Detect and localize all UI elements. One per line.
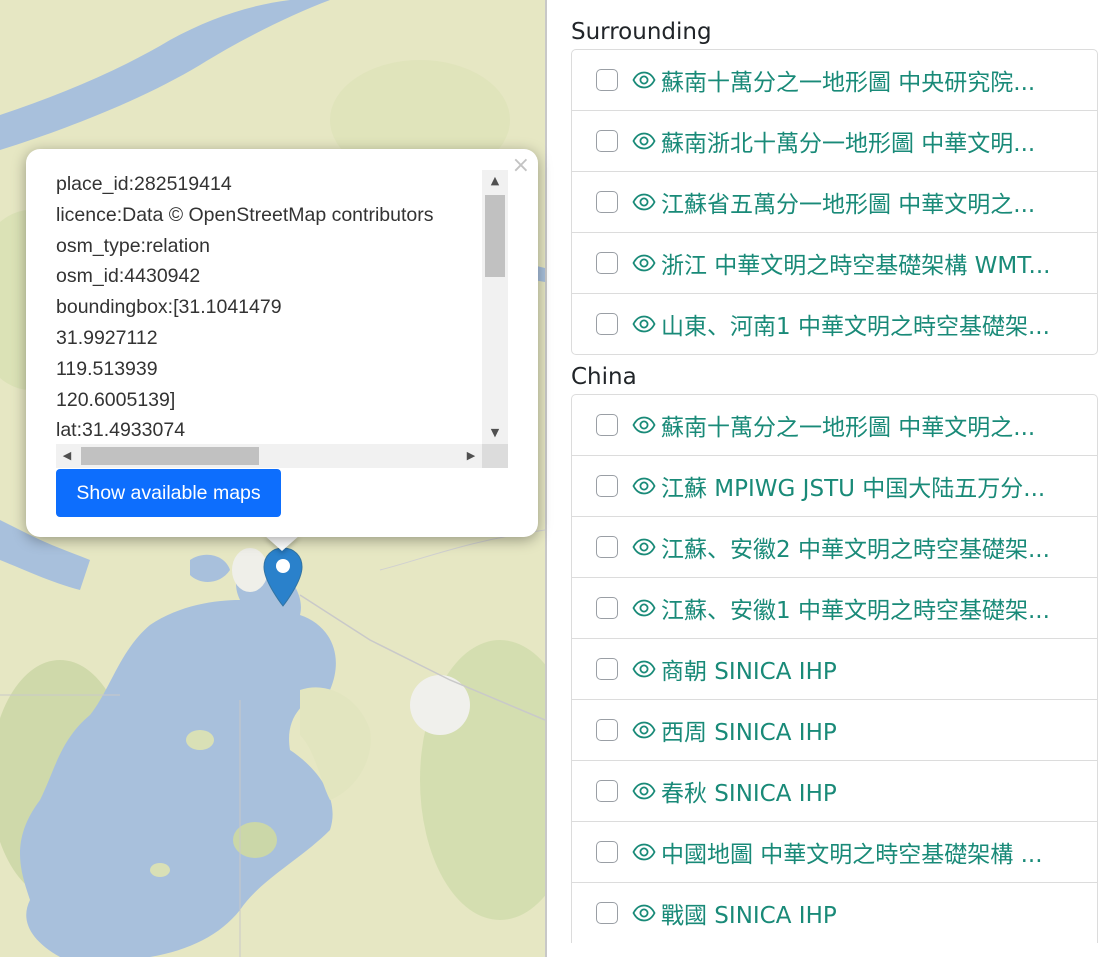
eye-icon[interactable]: [632, 901, 656, 925]
map-list-item[interactable]: 江蘇省五萬分一地形圖 中華文明之...: [572, 172, 1097, 233]
map-select-checkbox[interactable]: [596, 780, 618, 802]
eye-icon[interactable]: [632, 251, 656, 275]
map-name-link[interactable]: 江蘇、安徽2 中華文明之時空基礎架...: [661, 530, 1050, 564]
eye-icon[interactable]: [632, 596, 656, 620]
map-name-link[interactable]: 蘇南十萬分之一地形圖 中華文明之...: [661, 408, 1035, 442]
popup-detail-line: lat:31.4933074: [56, 419, 186, 442]
map-list-item[interactable]: 中國地圖 中華文明之時空基礎架構 ...: [572, 822, 1097, 883]
surrounding-list: 蘇南十萬分之一地形圖 中央研究院... 蘇南浙北十萬分一地形圖 中華文明... 江蘇…: [571, 49, 1098, 355]
map-name-link[interactable]: 山東、河南1 中華文明之時空基礎架...: [661, 307, 1050, 341]
eye-icon[interactable]: [632, 535, 656, 559]
scroll-up-icon[interactable]: ▲: [482, 170, 508, 192]
map-list-item[interactable]: 江蘇、安徽2 中華文明之時空基礎架...: [572, 517, 1097, 578]
map-select-checkbox[interactable]: [596, 475, 618, 497]
map-list-item[interactable]: 浙江 中華文明之時空基礎架構 WMT...: [572, 233, 1097, 294]
popup-horizontal-scrollbar[interactable]: ◀ ▶: [56, 444, 482, 468]
map-select-checkbox[interactable]: [596, 252, 618, 274]
map-list-item[interactable]: 春秋 SINICA IHP: [572, 761, 1097, 822]
scrollbar-thumb[interactable]: [81, 447, 259, 465]
map-select-checkbox[interactable]: [596, 902, 618, 924]
map-name-link[interactable]: 商朝 SINICA IHP: [661, 652, 837, 686]
popup-detail-line: place_id:282519414: [56, 173, 232, 195]
popup-content[interactable]: place_id:282519414 licence:Data © OpenStr…: [56, 168, 508, 444]
map-name-link[interactable]: 浙江 中華文明之時空基礎架構 WMT...: [661, 246, 1050, 280]
eye-icon[interactable]: [632, 718, 656, 742]
map-list-item[interactable]: 戰國 SINICA IHP: [572, 883, 1097, 943]
map-name-link[interactable]: 江蘇、安徽1 中華文明之時空基礎架...: [661, 591, 1050, 625]
map-select-checkbox[interactable]: [596, 191, 618, 213]
popup-detail-line: osm_type:relation: [56, 234, 210, 257]
map-select-checkbox[interactable]: [596, 313, 618, 335]
eye-icon[interactable]: [632, 657, 656, 681]
popup-vertical-scrollbar[interactable]: ▲ ▼: [482, 170, 508, 444]
map-select-checkbox[interactable]: [596, 414, 618, 436]
scroll-right-icon[interactable]: ▶: [460, 444, 482, 468]
map-name-link[interactable]: 戰國 SINICA IHP: [661, 896, 837, 930]
map-select-checkbox[interactable]: [596, 536, 618, 558]
scrollbar-corner: [482, 444, 508, 468]
show-available-maps-button[interactable]: Show available maps: [56, 469, 281, 517]
close-icon[interactable]: ×: [512, 153, 530, 179]
map-list-item[interactable]: 山東、河南1 中華文明之時空基礎架...: [572, 294, 1097, 354]
popup-detail-line: boundingbox:[31.1041479: [56, 296, 282, 319]
map-select-checkbox[interactable]: [596, 69, 618, 91]
popup-detail-line: osm_id:4430942: [56, 265, 201, 288]
eye-icon[interactable]: [632, 129, 656, 153]
popup-detail-line: licence:Data © OpenStreetMap contributor…: [56, 203, 434, 226]
map-list-item[interactable]: 蘇南十萬分之一地形圖 中華文明之...: [572, 395, 1097, 456]
map-list-item[interactable]: 西周 SINICA IHP: [572, 700, 1097, 761]
map-name-link[interactable]: 西周 SINICA IHP: [661, 713, 837, 747]
china-list: 蘇南十萬分之一地形圖 中華文明之... 江蘇 MPIWG JSTU 中国大陆五万分…: [571, 394, 1098, 943]
map-name-link[interactable]: 春秋 SINICA IHP: [661, 774, 837, 808]
map-select-checkbox[interactable]: [596, 841, 618, 863]
map-list-panel: Surrounding 蘇南十萬分之一地形圖 中央研究院... 蘇南浙北十萬分一地…: [571, 0, 1098, 957]
map-list-item[interactable]: 蘇南浙北十萬分一地形圖 中華文明...: [572, 111, 1097, 172]
map-name-link[interactable]: 江蘇 MPIWG JSTU 中国大陆五万分...: [661, 469, 1045, 503]
popup-detail-line: 31.9927112: [56, 326, 158, 349]
map-select-checkbox[interactable]: [596, 130, 618, 152]
map-select-checkbox[interactable]: [596, 597, 618, 619]
section-title-surrounding: Surrounding: [571, 19, 712, 45]
section-title-china: China: [571, 364, 637, 390]
panel-divider: [545, 0, 547, 957]
scroll-down-icon[interactable]: ▼: [482, 422, 508, 444]
eye-icon[interactable]: [632, 413, 656, 437]
eye-icon[interactable]: [632, 68, 656, 92]
map-name-link[interactable]: 蘇南浙北十萬分一地形圖 中華文明...: [661, 124, 1035, 158]
eye-icon[interactable]: [632, 190, 656, 214]
scrollbar-thumb[interactable]: [485, 195, 505, 277]
map-select-checkbox[interactable]: [596, 719, 618, 741]
map-list-item[interactable]: 江蘇、安徽1 中華文明之時空基礎架...: [572, 578, 1097, 639]
map-name-link[interactable]: 中國地圖 中華文明之時空基礎架構 ...: [661, 835, 1043, 869]
popup-detail-line: 119.513939: [56, 357, 158, 380]
popup-details: place_id:282519414 licence:Data © OpenStr…: [56, 168, 508, 444]
eye-icon[interactable]: [632, 312, 656, 336]
eye-icon[interactable]: [632, 840, 656, 864]
map-name-link[interactable]: 江蘇省五萬分一地形圖 中華文明之...: [661, 185, 1035, 219]
map-select-checkbox[interactable]: [596, 658, 618, 680]
map-pin-icon[interactable]: [263, 546, 303, 608]
popup-tip: [264, 535, 300, 551]
scroll-left-icon[interactable]: ◀: [56, 444, 78, 468]
map-name-link[interactable]: 蘇南十萬分之一地形圖 中央研究院...: [661, 63, 1035, 97]
eye-icon[interactable]: [632, 474, 656, 498]
map-list-item[interactable]: 蘇南十萬分之一地形圖 中央研究院...: [572, 50, 1097, 111]
popup-detail-line: 120.6005139]: [56, 388, 176, 411]
eye-icon[interactable]: [632, 779, 656, 803]
map-list-item[interactable]: 商朝 SINICA IHP: [572, 639, 1097, 700]
map-list-item[interactable]: 江蘇 MPIWG JSTU 中国大陆五万分...: [572, 456, 1097, 517]
